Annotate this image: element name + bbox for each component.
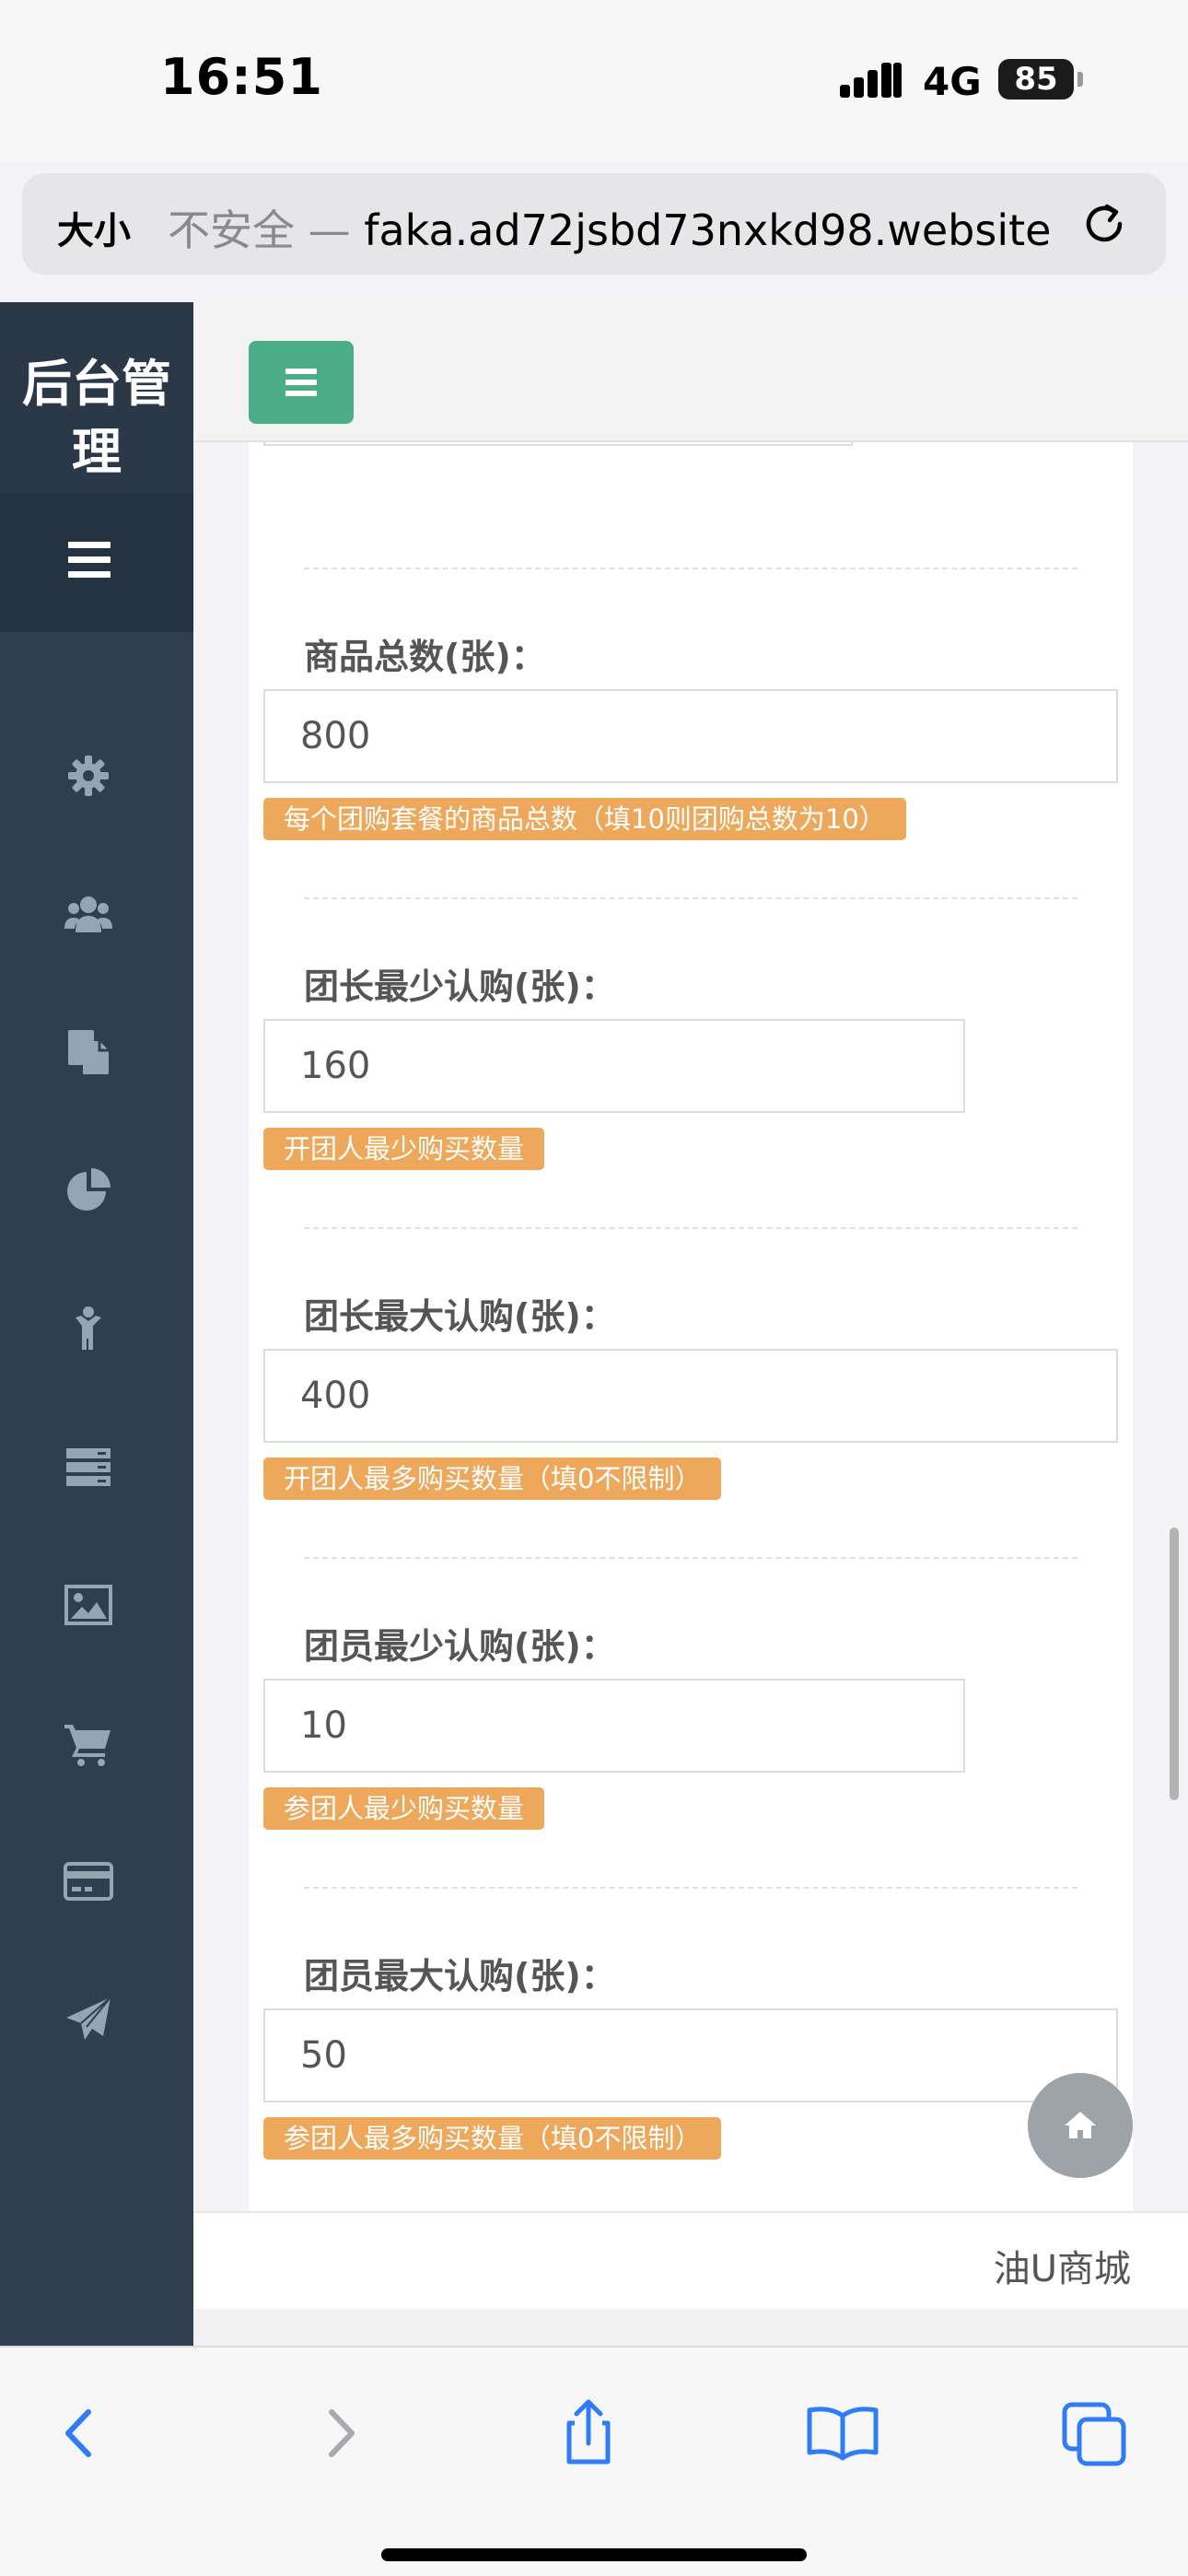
form-card: 商品总数(张)： 每个团购套餐的商品总数（填10则团购总数为10） 团长最少认购… <box>249 435 1133 2213</box>
leader-max-input[interactable] <box>263 1349 1118 1443</box>
home-button[interactable] <box>1028 2073 1133 2178</box>
browser-toolbar <box>0 2346 1188 2576</box>
reload-icon[interactable] <box>1079 199 1129 249</box>
gear-icon[interactable] <box>63 750 114 802</box>
home-icon <box>1065 2112 1096 2138</box>
sidebar-brand: 后台管理 <box>0 302 193 494</box>
content-topbar <box>193 302 1188 442</box>
sidebar-toggle[interactable] <box>0 494 193 632</box>
member-min-input[interactable] <box>263 1679 965 1773</box>
cart-icon[interactable] <box>63 1717 114 1769</box>
leader-min-input[interactable] <box>263 1019 965 1113</box>
url-domain: faka.ad72jsbd73nxkd98.website <box>364 205 1052 255</box>
credit-card-icon[interactable] <box>63 1856 114 1907</box>
total-quantity-input[interactable] <box>263 689 1118 783</box>
field-label: 团长最少认购(张)： <box>304 966 616 1007</box>
child-icon[interactable] <box>63 1303 114 1354</box>
hint-badge: 参团人最少购买数量 <box>263 1787 545 1830</box>
field-divider <box>304 568 1077 569</box>
page-footer: 油U商城 <box>193 2211 1188 2309</box>
member-max-input[interactable] <box>263 2008 1118 2102</box>
server-icon[interactable] <box>63 1441 114 1493</box>
paper-plane-icon[interactable] <box>63 1994 114 2045</box>
field-label: 团长最大认购(张)： <box>304 1296 616 1337</box>
home-indicator <box>381 2548 807 2561</box>
back-icon[interactable] <box>41 2392 123 2475</box>
signal-icon <box>840 61 903 98</box>
hint-badge: 开团人最多购买数量（填0不限制） <box>263 1458 722 1500</box>
hint-badge: 参团人最多购买数量（填0不限制） <box>263 2117 722 2160</box>
hint-badge: 开团人最少购买数量 <box>263 1128 545 1170</box>
menu-icon <box>68 542 111 579</box>
status-bar: 16:51 4G 85 <box>0 0 1188 161</box>
status-time: 16:51 <box>160 48 323 106</box>
field-label: 团员最大认购(张)： <box>304 1956 616 1996</box>
menu-toggle-button[interactable] <box>249 341 354 424</box>
tabs-icon[interactable] <box>1054 2392 1136 2475</box>
address-bar[interactable]: 大小 不安全 — faka.ad72jsbd73nxkd98.website <box>22 173 1166 275</box>
field-divider <box>304 1557 1077 1559</box>
field-divider <box>304 1227 1077 1229</box>
footer-brand: 油U商城 <box>993 2248 1131 2290</box>
copy-icon[interactable] <box>63 1026 114 1078</box>
forward-icon[interactable] <box>297 2392 379 2475</box>
hint-badge: 每个团购套餐的商品总数（填10则团购总数为10） <box>263 798 906 840</box>
users-icon[interactable] <box>63 888 114 940</box>
field-divider <box>304 897 1077 899</box>
footer-gap <box>193 2309 1188 2346</box>
pie-chart-icon[interactable] <box>63 1165 114 1216</box>
text-size-button[interactable]: 大小 <box>57 201 131 254</box>
network-type: 4G <box>923 59 982 104</box>
battery-tip <box>1077 72 1083 87</box>
scroll-indicator[interactable] <box>1170 1528 1179 1800</box>
image-icon[interactable] <box>63 1579 114 1631</box>
field-divider <box>304 1887 1077 1889</box>
battery-icon: 85 <box>998 59 1074 100</box>
sidebar: 后台管理 <box>0 302 193 2346</box>
insecure-label: 不安全 — <box>168 205 365 255</box>
share-icon[interactable] <box>547 2392 630 2475</box>
field-label: 团员最少认购(张)： <box>304 1626 616 1667</box>
bookmarks-icon[interactable] <box>801 2392 884 2475</box>
url-text[interactable]: 不安全 — faka.ad72jsbd73nxkd98.website <box>168 197 1051 258</box>
field-label: 商品总数(张)： <box>304 637 546 677</box>
